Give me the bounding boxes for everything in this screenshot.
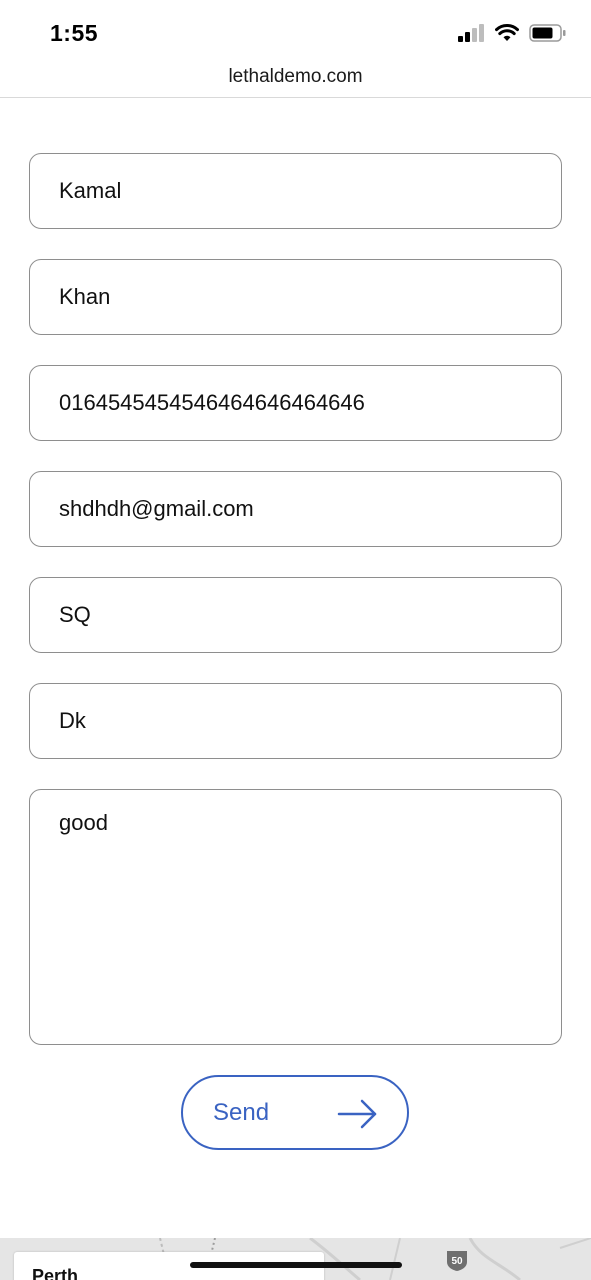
- company-field[interactable]: SQ: [29, 577, 562, 653]
- contact-form: Kamal Khan 0164545454546464646464646 shd…: [29, 153, 562, 1045]
- send-button-label: Send: [213, 1098, 270, 1126]
- last-name-field[interactable]: Khan: [29, 259, 562, 335]
- home-indicator[interactable]: [190, 1262, 402, 1268]
- status-icons: [458, 24, 567, 42]
- address-bar[interactable]: lethaldemo.com: [0, 62, 591, 98]
- first-name-field[interactable]: Kamal: [29, 153, 562, 229]
- screen: 1:55 lethaldemo.com Kamal Khan 016454545…: [0, 0, 591, 1280]
- wifi-icon: [495, 24, 519, 41]
- arrow-right-icon: [337, 1099, 377, 1129]
- message-textarea[interactable]: good: [29, 789, 562, 1045]
- status-bar: 1:55: [0, 0, 591, 62]
- map-place-label: Perth: [32, 1266, 79, 1280]
- route-shield-icon: 50: [447, 1251, 467, 1271]
- url-text[interactable]: lethaldemo.com: [228, 66, 362, 88]
- route-number: 50: [451, 1256, 463, 1267]
- map-preview[interactable]: Perth 50: [0, 1238, 591, 1280]
- send-button[interactable]: Send: [181, 1075, 409, 1150]
- email-field[interactable]: shdhdh@gmail.com: [29, 471, 562, 547]
- country-field[interactable]: Dk: [29, 683, 562, 759]
- cellular-signal-icon: [458, 24, 484, 42]
- phone-field[interactable]: 0164545454546464646464646: [29, 365, 562, 441]
- battery-icon: [529, 24, 566, 42]
- status-time: 1:55: [50, 20, 99, 46]
